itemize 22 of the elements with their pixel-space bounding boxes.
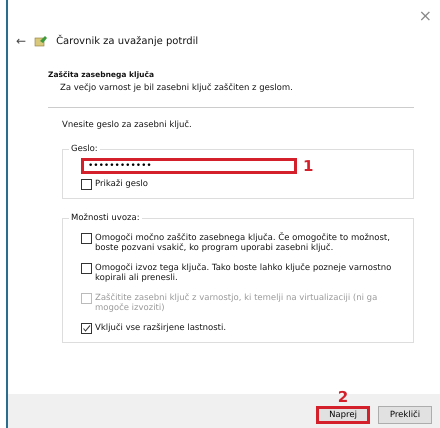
annotation-number: 2 [338, 390, 348, 405]
checkbox-label: Vključi vse razširjene lastnosti. [95, 323, 226, 333]
group-label: Geslo: [70, 144, 99, 154]
certificate-icon [34, 34, 48, 48]
checkbox[interactable] [81, 323, 92, 334]
close-icon[interactable]: × [418, 6, 432, 24]
checkbox-label: Zaščitite zasebni ključ z varnostjo, ki temelji na virtualizaciji (ni ga mogoče izvoziti) [95, 293, 378, 313]
prompt-text: Vnesite geslo za zasebni ključ. [62, 120, 193, 130]
annotation-number: 1 [303, 158, 314, 174]
group-label: Možnosti uvoza: [70, 213, 141, 223]
back-icon[interactable]: ← [16, 34, 26, 48]
checkbox[interactable] [81, 263, 92, 274]
password-field[interactable]: •••••••••••• [81, 158, 297, 174]
checkbox-label: Omogoči močno zaščito zasebnega ključa. Če omogočite to možnost, boste pozvani vsakič, ko program uporabi zasebni ključ. [95, 233, 391, 253]
checkbox[interactable] [81, 179, 92, 190]
window-title: Čarovnik za uvažanje potrdil [56, 36, 198, 46]
checkbox-label: Prikaži geslo [95, 179, 148, 189]
wizard-button[interactable]: Naprej [316, 406, 370, 424]
section-subtitle: Za večjo varnost je bil zasebni ključ zaščiten z geslom. [59, 83, 294, 93]
checkbox[interactable] [81, 233, 92, 244]
wizard-button[interactable]: Prekliči [378, 406, 432, 424]
checkbox-label: Omogoči izvoz tega ključa. Tako boste lahko ključe pozneje varnostno kopirali ali prenesli. [95, 263, 392, 283]
